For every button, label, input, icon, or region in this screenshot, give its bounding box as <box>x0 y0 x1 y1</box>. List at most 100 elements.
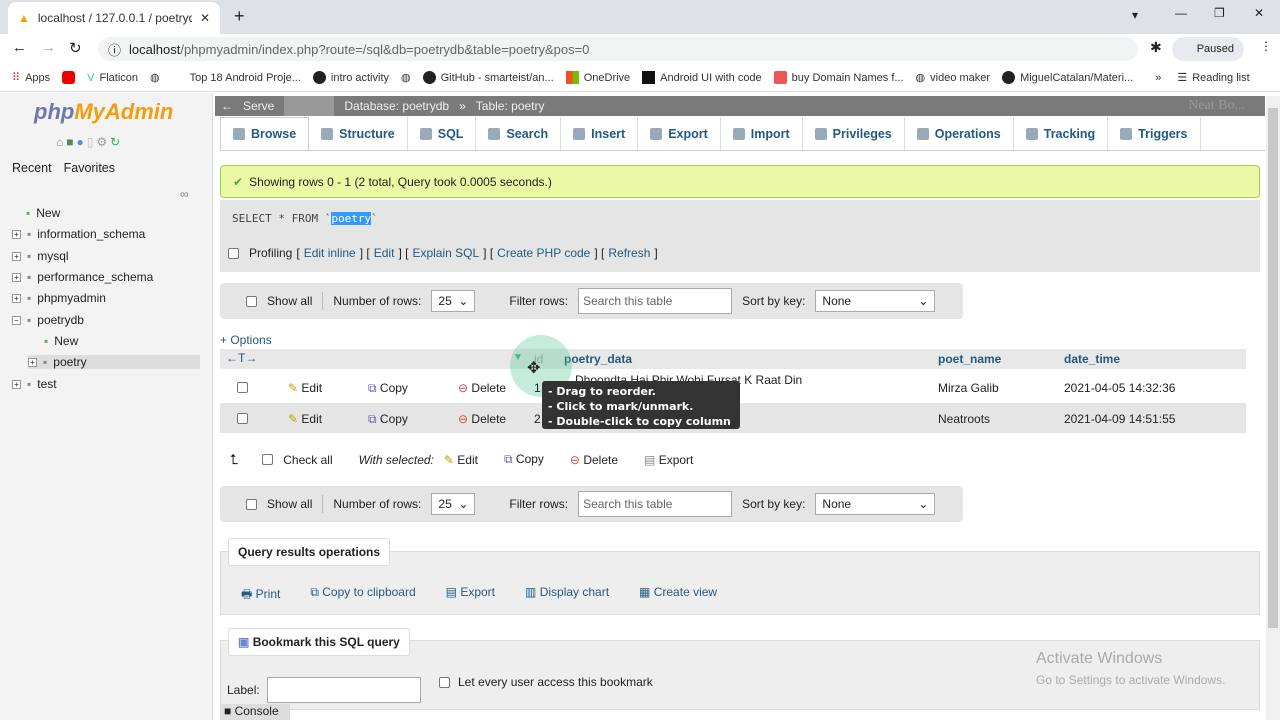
globe-icon[interactable]: ◍ <box>150 71 160 84</box>
bookmark-miguel[interactable]: MiguelCatalan/Materi... <box>1002 71 1133 84</box>
menu-icon[interactable]: ⋮ <box>1260 39 1272 53</box>
breadcrumb-database[interactable]: Database: poetrydb <box>344 99 449 113</box>
bulk-edit-button[interactable]: ✎ Edit <box>444 453 478 467</box>
tab-insert[interactable]: Insert <box>561 117 639 150</box>
bookmark-label-input[interactable] <box>267 677 421 703</box>
tab-triggers[interactable]: Triggers <box>1108 117 1201 150</box>
reload-icon[interactable]: ↻ <box>69 39 82 57</box>
export-link[interactable]: ▤ Export <box>446 585 495 606</box>
explain-sql-link[interactable]: Explain SQL <box>412 246 479 260</box>
tree-poetrydb[interactable]: − ▪ poetrydb <box>12 313 84 327</box>
tree-mysql[interactable]: + ▪ mysql <box>12 249 69 263</box>
edit-row-button[interactable]: ✎ Edit <box>288 412 322 426</box>
address-bar[interactable]: ⓘ localhost/phpmyadmin/index.php?route=/… <box>98 37 1138 61</box>
check-all-label[interactable]: Check all <box>283 453 332 467</box>
print-link[interactable]: 🖶 Print <box>241 585 280 606</box>
breadcrumb-server[interactable]: Serve <box>243 99 274 113</box>
bulk-delete-button[interactable]: ⊖ Delete <box>570 453 618 467</box>
bookmark-domain[interactable]: buy Domain Names f... <box>773 71 904 84</box>
options-link[interactable]: + Options <box>220 333 272 347</box>
display-chart-link[interactable]: ▥ Display chart <box>525 585 609 606</box>
tab-operations[interactable]: Operations <box>905 117 1014 150</box>
edit-link[interactable]: Edit <box>374 246 395 260</box>
tree-new[interactable]: ▪ New <box>26 206 60 220</box>
settings-icon[interactable]: ⚙ <box>96 135 107 149</box>
cell-poet-name[interactable]: Mirza Galib <box>938 381 999 395</box>
sort-select[interactable]: None ⌄ <box>815 493 936 515</box>
copy-row-button[interactable]: ⧉ Copy <box>368 412 408 427</box>
tree-poetrydb-new[interactable]: ▪ New <box>44 334 78 348</box>
profiling-checkbox[interactable] <box>228 247 239 259</box>
phpmyadmin-logo[interactable]: phpMyAdmin <box>34 99 173 125</box>
delete-row-button[interactable]: ⊖ Delete <box>458 381 506 395</box>
bookmark-apps[interactable]: ⠿ Apps <box>12 71 50 85</box>
more-bookmarks[interactable]: » <box>1155 72 1161 84</box>
back-icon[interactable]: ← <box>12 39 27 56</box>
cell-date-time[interactable]: 2021-04-05 14:32:36 <box>1064 381 1175 395</box>
tree-poetry-table[interactable]: + ▪ poetry <box>28 355 200 369</box>
filter-input[interactable]: Search this table <box>578 288 733 314</box>
breadcrumb-table[interactable]: Table: poetry <box>476 99 545 113</box>
row-checkbox[interactable] <box>237 413 248 424</box>
show-all-checkbox[interactable] <box>246 498 257 510</box>
profile-button[interactable]: Paused <box>1172 37 1244 61</box>
column-date-time[interactable]: date_time <box>1064 352 1120 366</box>
bookmark-medium[interactable]: Android UI with code <box>642 71 762 84</box>
globe-icon[interactable]: ◍ <box>401 71 411 84</box>
extensions-icon[interactable]: ✱ <box>1150 39 1162 56</box>
tab-search[interactable]: Search <box>476 117 562 150</box>
sort-select[interactable]: None ⌄ <box>815 290 936 312</box>
bookmark-github[interactable]: GitHub - smarteist/an... <box>422 71 554 84</box>
help-icon[interactable]: ● <box>77 135 84 149</box>
show-all-checkbox[interactable] <box>246 295 257 307</box>
cell-id[interactable]: 1 <box>534 381 541 395</box>
maximize-icon[interactable]: ❐ <box>1214 6 1225 20</box>
console-button[interactable]: ■ Console <box>220 704 290 720</box>
new-tab-icon[interactable]: + <box>234 6 245 27</box>
refresh-link[interactable]: Refresh <box>608 246 650 260</box>
tab-import[interactable]: Import <box>721 117 803 150</box>
cell-id[interactable]: 2 <box>534 412 541 426</box>
edit-row-button[interactable]: ✎ Edit <box>288 381 322 395</box>
home-icon[interactable]: ⌂ <box>56 135 63 149</box>
minimize-icon[interactable]: — <box>1175 6 1187 20</box>
close-tab-icon[interactable]: ✕ <box>200 11 210 25</box>
bookmark-intro[interactable]: intro activity <box>312 71 389 84</box>
reading-list[interactable]: ☰ Reading list <box>1177 71 1249 85</box>
tree-test[interactable]: + ▪ test <box>12 377 57 391</box>
rows-select[interactable]: 25 ⌄ <box>431 493 476 515</box>
bookmark-video[interactable]: ◍ video maker <box>916 71 991 85</box>
browser-tab[interactable]: ▲ localhost / 127.0.0.1 / poetrydb / pc … <box>8 2 220 34</box>
cell-poet-name[interactable]: Neatroots <box>938 412 990 426</box>
close-window-icon[interactable]: ✕ <box>1254 6 1264 20</box>
rows-select[interactable]: 25 ⌄ <box>431 290 476 312</box>
bookmark-android[interactable]: Top 18 Android Proje... <box>190 72 301 84</box>
create-view-link[interactable]: ▦ Create view <box>639 585 717 606</box>
docs-icon[interactable]: ▯ <box>87 135 94 149</box>
bookmark-onedrive[interactable]: OneDrive <box>565 71 630 84</box>
check-all-checkbox[interactable] <box>262 454 274 465</box>
link-icon[interactable]: ∞ <box>180 187 189 201</box>
tab-tracking[interactable]: Tracking <box>1014 117 1109 150</box>
tab-browse[interactable]: Browse <box>220 117 310 150</box>
cell-date-time[interactable]: 2021-04-09 14:51:55 <box>1064 412 1175 426</box>
sql-text[interactable]: SELECT * FROM `poetry` <box>232 212 378 225</box>
favorites-button[interactable]: Favorites <box>60 157 119 179</box>
tab-search-icon[interactable]: ▾ <box>1132 8 1138 22</box>
tree-performance-schema[interactable]: + ▪ performance_schema <box>12 270 153 284</box>
forward-icon[interactable]: → <box>41 39 56 56</box>
tab-export[interactable]: Export <box>638 117 721 150</box>
bulk-export-button[interactable]: ▤ Export <box>644 453 693 467</box>
tree-phpmyadmin[interactable]: + ▪ phpmyadmin <box>12 291 106 305</box>
recent-button[interactable]: Recent <box>8 157 56 179</box>
public-bookmark-checkbox[interactable] <box>439 677 450 688</box>
tab-privileges[interactable]: Privileges <box>803 117 905 150</box>
tab-structure[interactable]: Structure <box>309 117 408 150</box>
bookmark-youtube[interactable] <box>62 71 76 84</box>
tree-information-schema[interactable]: + ▪ information_schema <box>12 227 145 241</box>
scrollbar[interactable] <box>1266 96 1280 720</box>
create-php-link[interactable]: Create PHP code <box>497 246 590 260</box>
bookmark-flaticon[interactable]: V Flaticon <box>87 72 138 84</box>
delete-row-button[interactable]: ⊖ Delete <box>458 412 506 426</box>
tab-sql[interactable]: SQL <box>408 117 477 150</box>
